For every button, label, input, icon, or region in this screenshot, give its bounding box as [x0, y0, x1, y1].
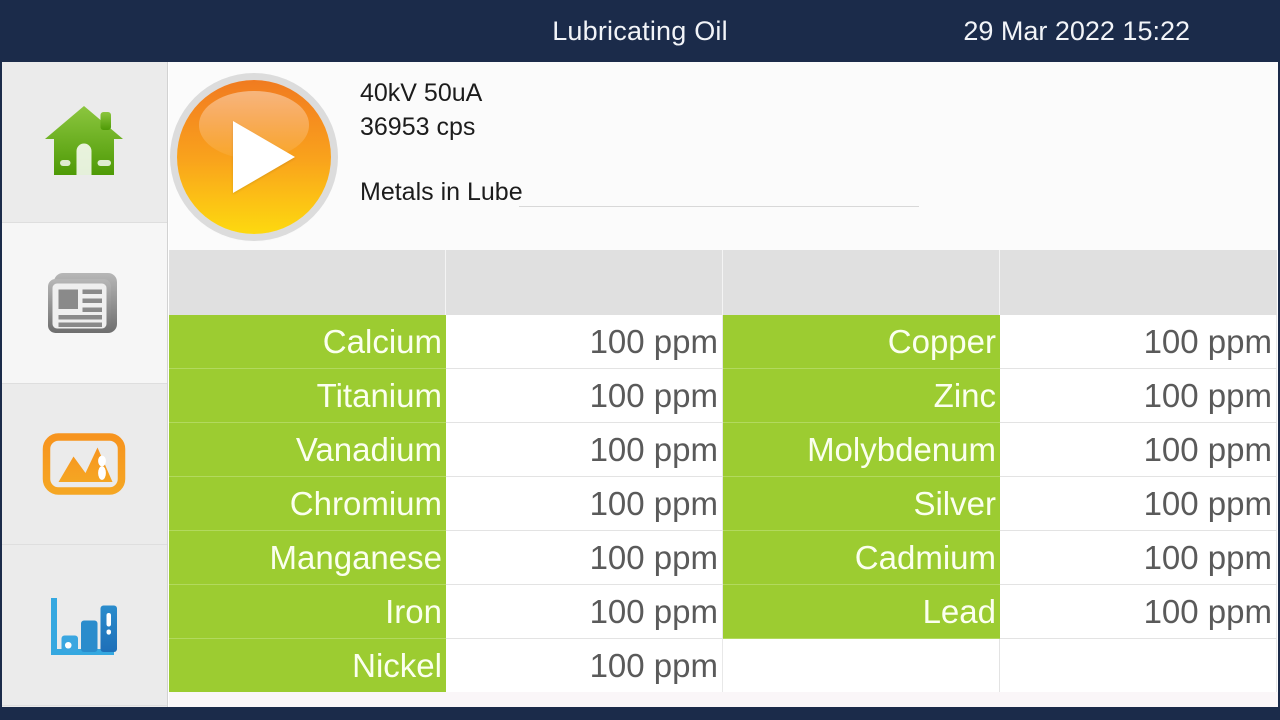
play-icon [233, 121, 295, 193]
element-value-cell: 100 ppm [446, 315, 723, 369]
tube-settings-text: 40kV 50uA [360, 79, 483, 107]
info-divider [519, 206, 919, 207]
element-value-cell: 100 ppm [1000, 315, 1277, 369]
window-bottom-strip [0, 707, 1280, 720]
content-area: 40kV 50uA 36953 cps Metals in Lube Calci… [169, 62, 1278, 707]
element-value-cell-empty [1000, 639, 1277, 693]
element-value-cell: 100 ppm [446, 531, 723, 585]
header-cell-value-left [446, 250, 723, 315]
table-row[interactable]: Nickel 100 ppm [169, 639, 1278, 693]
table-row[interactable]: Titanium 100 ppm Zinc 100 ppm [169, 369, 1278, 423]
element-name-cell: Molybdenum [723, 423, 1000, 477]
chart-icon [50, 598, 117, 655]
element-value-cell: 100 ppm [446, 423, 723, 477]
info-lines: 40kV 50uA 36953 cps [360, 76, 960, 144]
method-name-text: Metals in Lube [360, 178, 523, 206]
element-value-cell: 100 ppm [446, 639, 723, 693]
title-bar: Lubricating Oil 29 Mar 2022 15:22 [0, 0, 1280, 62]
table-header-row [169, 250, 1278, 315]
sidebar-item-image[interactable] [0, 384, 167, 545]
sidebar [0, 62, 168, 707]
header-cell-element-right [723, 250, 1000, 315]
app-window: Lubricating Oil 29 Mar 2022 15:22 40kV 5… [0, 0, 1280, 720]
element-name-cell: Chromium [169, 477, 446, 531]
measurement-info-panel: 40kV 50uA 36953 cps Metals in Lube [169, 62, 1278, 250]
image-icon [42, 433, 125, 495]
element-name-cell: Silver [723, 477, 1000, 531]
element-value-cell: 100 ppm [446, 369, 723, 423]
element-name-cell: Iron [169, 585, 446, 639]
element-name-cell: Manganese [169, 531, 446, 585]
body-area: 40kV 50uA 36953 cps Metals in Lube Calci… [0, 62, 1280, 720]
element-value-cell: 100 ppm [1000, 423, 1277, 477]
element-value-cell: 100 ppm [1000, 369, 1277, 423]
start-measurement-button[interactable] [177, 80, 331, 234]
element-name-cell: Calcium [169, 315, 446, 369]
element-value-cell: 100 ppm [446, 585, 723, 639]
header-cell-value-right [1000, 250, 1277, 315]
results-table: Calcium 100 ppm Copper 100 ppm Titanium … [169, 250, 1278, 693]
element-name-cell: Vanadium [169, 423, 446, 477]
sidebar-item-chart[interactable] [0, 545, 167, 706]
home-icon [44, 106, 123, 175]
window-left-edge [0, 62, 2, 720]
table-footer-strip [169, 692, 1278, 707]
element-value-cell: 100 ppm [1000, 531, 1277, 585]
table-row[interactable]: Manganese 100 ppm Cadmium 100 ppm [169, 531, 1278, 585]
element-value-cell: 100 ppm [1000, 477, 1277, 531]
count-rate-text: 36953 cps [360, 113, 476, 141]
table-row[interactable]: Calcium 100 ppm Copper 100 ppm [169, 315, 1278, 369]
report-icon [47, 273, 117, 333]
element-name-cell: Nickel [169, 639, 446, 693]
element-value-cell: 100 ppm [446, 477, 723, 531]
table-row[interactable]: Chromium 100 ppm Silver 100 ppm [169, 477, 1278, 531]
sidebar-item-home[interactable] [0, 62, 167, 223]
sidebar-item-results[interactable] [0, 223, 167, 384]
element-name-cell: Lead [723, 585, 1000, 639]
element-name-cell-empty [723, 639, 1000, 693]
datetime-display: 29 Mar 2022 15:22 [963, 16, 1190, 46]
table-row[interactable]: Vanadium 100 ppm Molybdenum 100 ppm [169, 423, 1278, 477]
element-name-cell: Copper [723, 315, 1000, 369]
element-value-cell: 100 ppm [1000, 585, 1277, 639]
element-name-cell: Cadmium [723, 531, 1000, 585]
header-cell-element-left [169, 250, 446, 315]
element-name-cell: Zinc [723, 369, 1000, 423]
element-name-cell: Titanium [169, 369, 446, 423]
table-row[interactable]: Iron 100 ppm Lead 100 ppm [169, 585, 1278, 639]
